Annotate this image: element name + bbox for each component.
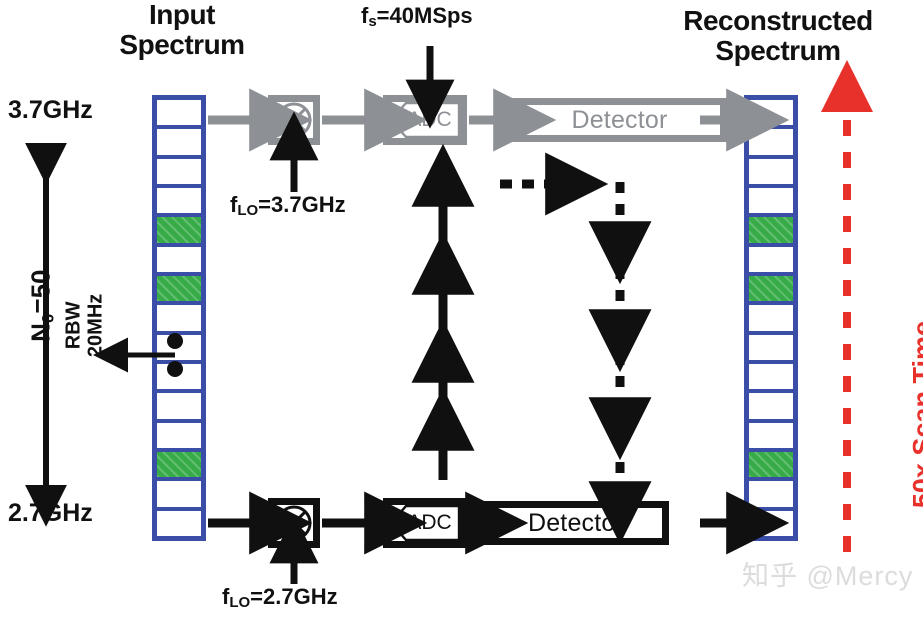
fs-value: =40MSps (376, 3, 473, 28)
spectrum-cell-occupied (157, 451, 201, 482)
input-spectrum-title-line1: Input (149, 0, 215, 30)
adc-top-label: ADC (407, 108, 452, 131)
detector-top: Detector (512, 98, 727, 142)
detector-top-label: Detector (571, 105, 668, 134)
reconstructed-spectrum-title-line1: Reconstructed (683, 5, 873, 36)
scan-time-label: 50x Scan Time (907, 321, 923, 509)
spectrum-cell-occupied (157, 217, 201, 247)
adc-top: ADC (383, 95, 467, 145)
spectrum-cell-occupied (749, 217, 793, 247)
spectrum-cell (157, 100, 201, 130)
flo-subscript: LO (229, 594, 251, 611)
reconstructed-spectrum-title-line2: Spectrum (715, 35, 841, 67)
sampling-frequency-label: fs=40MSps (361, 4, 473, 30)
rbw-label-line1: RBW (62, 301, 85, 350)
adc-bottom-label: ADC (407, 511, 452, 534)
spectrum-cell (749, 393, 793, 423)
spectrum-cell (749, 129, 793, 159)
spectrum-cell (749, 158, 793, 188)
spectrum-cell (749, 481, 793, 511)
rbw-label: RBW 20MHz (63, 260, 108, 390)
input-spectrum-column (152, 95, 206, 541)
channel-count-value: =50 (25, 269, 56, 314)
spectrum-cell (157, 305, 201, 335)
spectrum-cell (749, 305, 793, 335)
spectrum-cell (157, 246, 201, 276)
adc-top-inner: ADC (390, 102, 460, 138)
channel-count-symbol: N (25, 323, 56, 342)
adc-bottom: ADC (383, 498, 467, 548)
spectrum-cell (157, 158, 201, 188)
fs-subscript: s (368, 13, 377, 30)
diagram-canvas: Input Spectrum Reconstructed Spectrum 3.… (0, 0, 923, 623)
reconstructed-spectrum-title: Reconstructed Spectrum (638, 5, 918, 67)
spectrum-cell-occupied (157, 275, 201, 306)
spectrum-cell (157, 481, 201, 511)
spectrum-cell (157, 393, 201, 423)
flo-top-value: =3.7GHz (258, 192, 346, 217)
detector-bottom: Detector (483, 501, 669, 545)
flo-bottom-value: =2.7GHz (250, 584, 338, 609)
frequency-bottom-label: 2.7GHz (8, 499, 93, 527)
channel-count-label: N0=50 (25, 246, 58, 366)
spectrum-cell-occupied (749, 275, 793, 306)
spectrum-cell (749, 510, 793, 536)
reconstructed-spectrum-column (744, 95, 798, 541)
mixer-bottom (268, 498, 320, 548)
spectrum-cell (749, 187, 793, 218)
mixer-icon (275, 504, 313, 542)
flo-subscript: LO (237, 202, 259, 219)
spectrum-cell (749, 363, 793, 394)
spectrum-cell (749, 100, 793, 130)
spectrum-cell (749, 246, 793, 276)
spectrum-cell (749, 422, 793, 452)
spectrum-cell (157, 334, 201, 364)
channel-count-subscript: 0 (38, 313, 58, 324)
detector-bottom-label: Detector (527, 508, 625, 537)
input-spectrum-title: Input Spectrum (96, 0, 268, 60)
spectrum-cell (157, 129, 201, 159)
spectrum-cell (157, 363, 201, 394)
watermark: 知乎 @Mercy (742, 561, 914, 591)
rbw-label-line2: 20MHz (85, 293, 107, 358)
spectrum-cell (157, 422, 201, 452)
mixer-icon (275, 101, 313, 139)
frequency-top-label: 3.7GHz (8, 96, 93, 124)
spectrum-cell (749, 334, 793, 364)
spectrum-cell-occupied (749, 451, 793, 482)
lo-frequency-bottom-label: fLO=2.7GHz (222, 585, 338, 611)
spectrum-cell (157, 510, 201, 536)
mixer-top (268, 95, 320, 145)
adc-bottom-inner: ADC (390, 505, 460, 541)
input-spectrum-title-line2: Spectrum (119, 29, 245, 61)
lo-frequency-top-label: fLO=3.7GHz (230, 193, 346, 219)
spectrum-cell (157, 187, 201, 218)
